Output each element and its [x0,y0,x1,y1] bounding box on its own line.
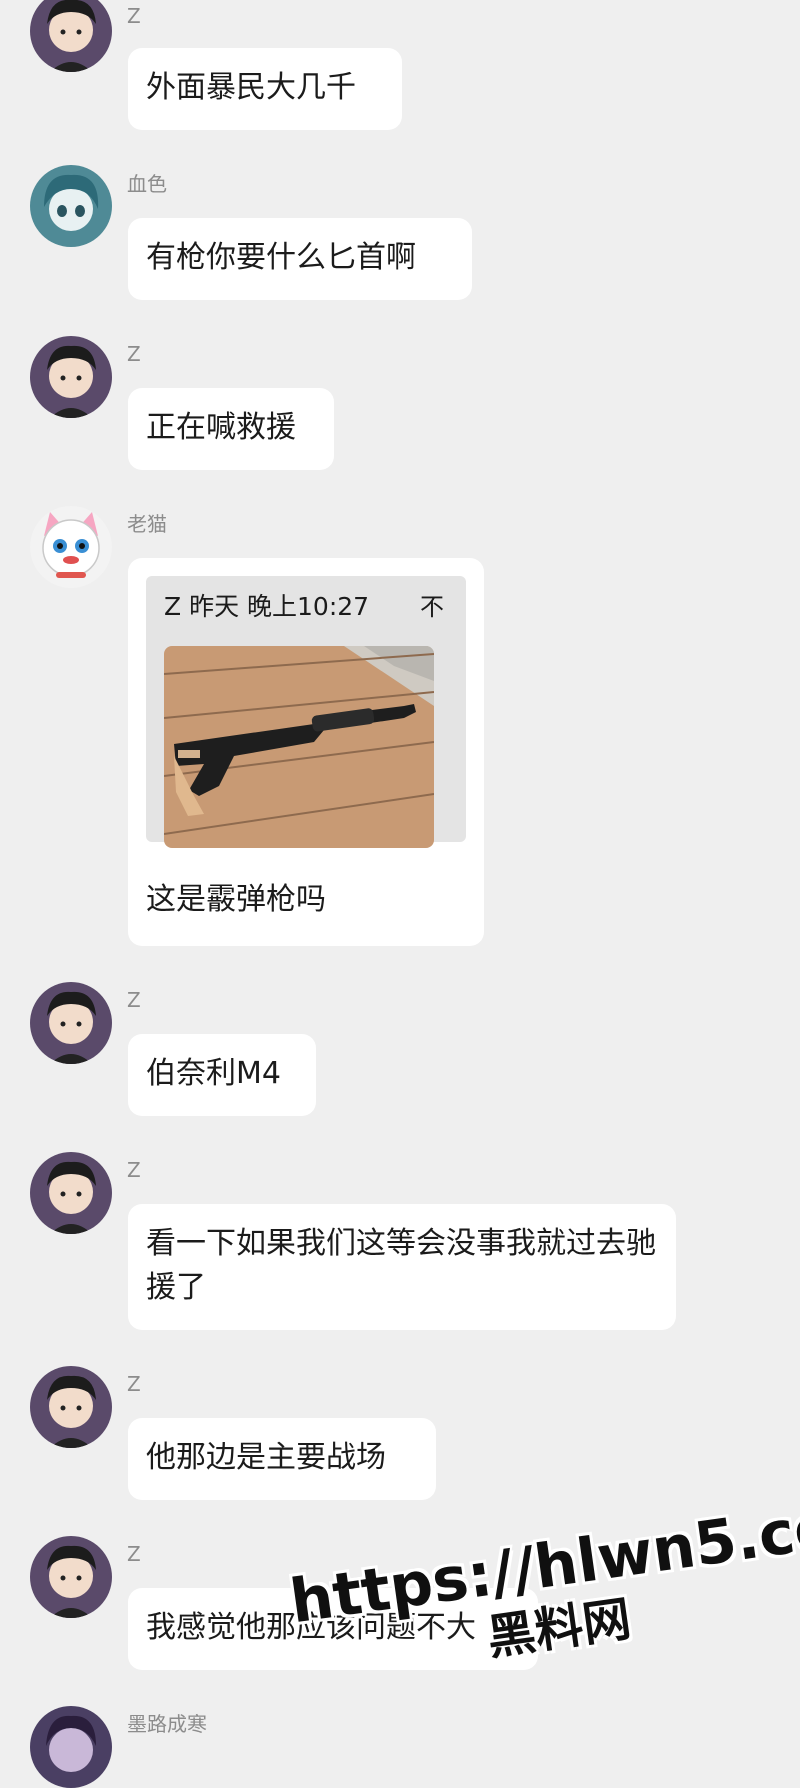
message-bubble[interactable]: 伯奈利M4 [128,1034,316,1116]
quoted-photo[interactable] [164,646,434,848]
message-bubble[interactable]: 看一下如果我们这等会没事我就过去驰援了 [128,1204,676,1330]
watermark: https://hlwn5.com 黑料网 [286,1483,800,1693]
avatar[interactable] [30,1152,112,1234]
message-bubble[interactable]: 正在喊救援 [128,388,334,470]
avatar[interactable] [30,165,112,247]
message-bubble[interactable]: Z 昨天 晚上10:27 不 这是霰弹枪吗 [128,558,484,946]
avatar[interactable] [30,1366,112,1448]
message-bubble[interactable]: 他那边是主要战场 [128,1418,436,1500]
avatar[interactable] [30,1536,112,1618]
quote-header: Z 昨天 晚上10:27 [164,592,370,621]
avatar[interactable] [30,1706,112,1788]
message-bubble[interactable]: 外面暴民大几千 [128,48,402,130]
avatar[interactable] [30,336,112,418]
sender-name: 老猫 [127,512,167,536]
sender-name: Z [127,4,141,28]
message-text: 这是霰弹枪吗 [146,882,326,917]
quoted-message[interactable]: Z 昨天 晚上10:27 不 [146,576,466,848]
message-bubble[interactable]: 有枪你要什么匕首啊 [128,218,472,300]
sender-name: 墨路成寒 [127,1712,207,1736]
sender-name: Z [127,988,141,1012]
avatar[interactable] [30,506,112,588]
sender-name: Z [127,1542,141,1566]
pin-icon[interactable]: 不 [420,592,444,622]
sender-name: 血色 [127,172,167,196]
avatar[interactable] [30,982,112,1064]
sender-name: Z [127,1158,141,1182]
avatar[interactable] [30,0,112,72]
sender-name: Z [127,1372,141,1396]
sender-name: Z [127,342,141,366]
